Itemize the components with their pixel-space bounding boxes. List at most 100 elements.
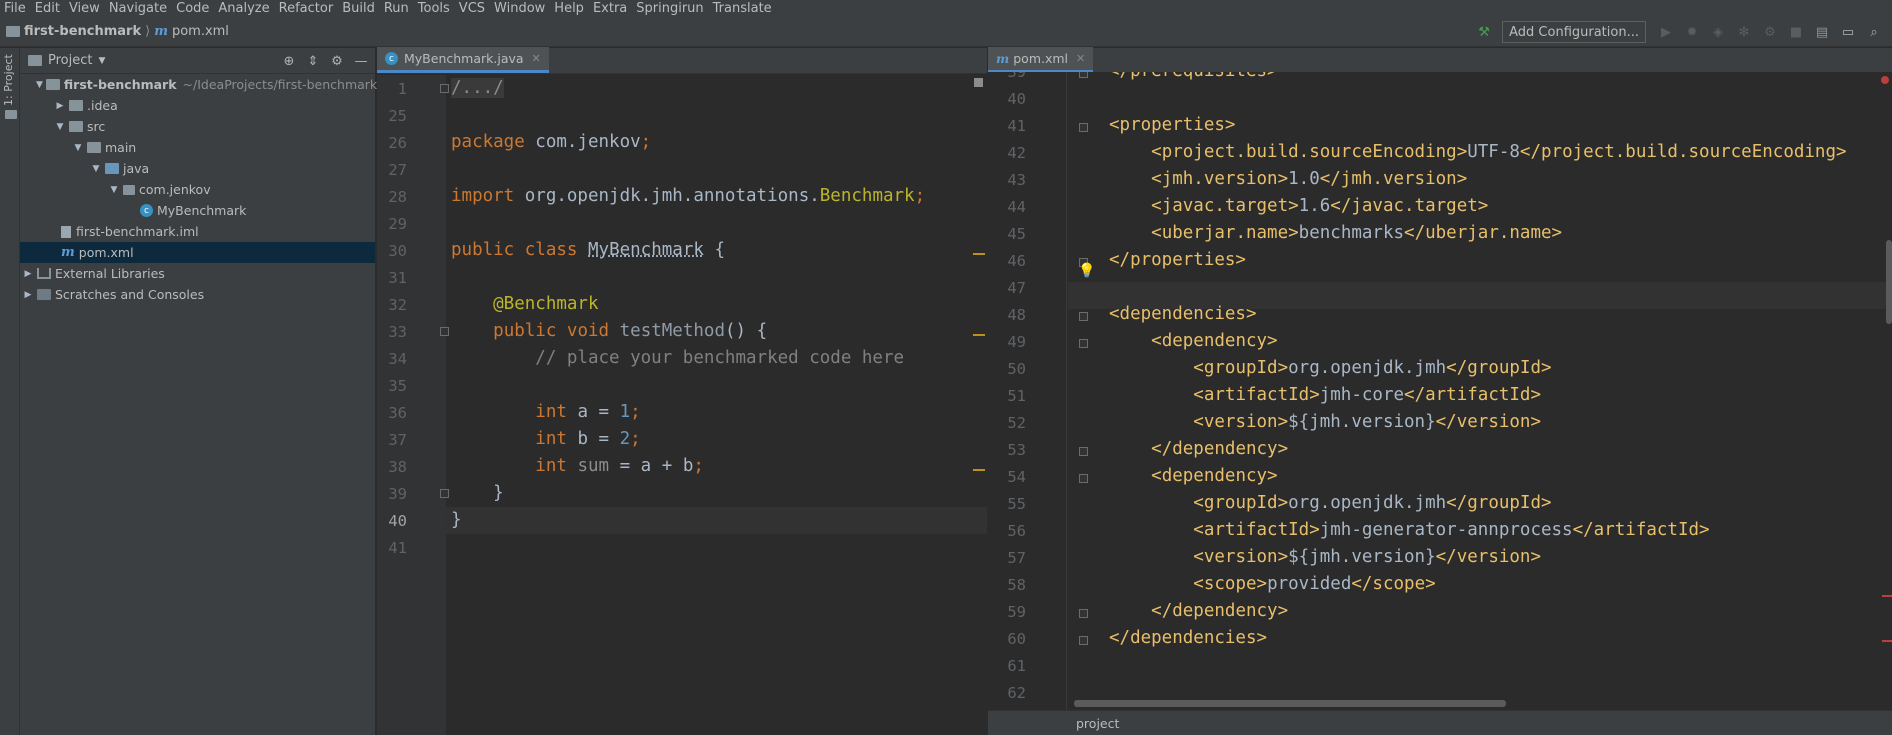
iml-file-icon [61, 225, 71, 238]
fold-icon[interactable] [1079, 72, 1088, 78]
code-line: <project.build.sourceEncoding>UTF-8</pro… [1151, 142, 1847, 162]
code-line: public void testMethod() { [493, 321, 768, 341]
tree-item[interactable]: ▼ main [20, 137, 375, 158]
code-line: <uberjar.name>benchmarks</uberjar.name> [1151, 223, 1563, 243]
menu-help[interactable]: Help [554, 1, 584, 16]
tree-item[interactable]: c MyBenchmark [20, 200, 375, 221]
error-stripe-marker[interactable] [1882, 595, 1892, 597]
menu-edit[interactable]: Edit [35, 1, 60, 16]
error-stripe-marker[interactable] [1882, 640, 1892, 642]
breadcrumb-project[interactable]: first-benchmark [24, 24, 141, 39]
menu-code[interactable]: Code [176, 1, 209, 16]
run-icon[interactable]: ▶ [1658, 24, 1674, 40]
menu-build[interactable]: Build [342, 1, 375, 16]
chevron-down-icon[interactable]: ▼ [54, 122, 66, 132]
tree-item[interactable]: ▼ com.jenkov [20, 179, 375, 200]
minimize-icon[interactable]: — [353, 53, 369, 69]
line-number: 48 [1007, 306, 1026, 324]
fold-icon[interactable] [1079, 474, 1088, 483]
add-configuration-button[interactable]: Add Configuration... [1502, 21, 1646, 43]
menu-springirun[interactable]: Springirun [636, 1, 703, 16]
menu-run[interactable]: Run [384, 1, 409, 16]
breadcrumb-file[interactable]: pom.xml [172, 24, 229, 39]
lightbulb-icon[interactable]: 💡 [1078, 263, 1095, 279]
tree-item[interactable]: ▶ Scratches and Consoles [20, 284, 375, 305]
tree-item[interactable]: ▶ External Libraries [20, 263, 375, 284]
menu-navigate[interactable]: Navigate [109, 1, 167, 16]
code-line: </dependency> [1151, 439, 1289, 459]
collapse-all-icon[interactable]: ⇕ [305, 53, 321, 69]
tree-item[interactable]: m pom.xml [20, 242, 375, 263]
project-structure-icon[interactable]: ▤ [1814, 24, 1830, 40]
gear-icon[interactable]: ⚙ [329, 53, 345, 69]
code-line: <dependencies> [1109, 304, 1257, 324]
folder-icon [87, 142, 101, 153]
chevron-down-icon[interactable]: ▼ [98, 56, 105, 66]
menu-view[interactable]: View [69, 1, 100, 16]
menu-translate[interactable]: Translate [713, 1, 772, 16]
line-number: 47 [1007, 279, 1026, 297]
coverage-icon[interactable]: ◈ [1710, 24, 1726, 40]
profile-icon[interactable]: ✻ [1736, 24, 1752, 40]
chevron-down-icon[interactable]: ▼ [72, 143, 84, 153]
tree-item[interactable]: ▶ .idea [20, 95, 375, 116]
debug-icon[interactable]: ✹ [1684, 24, 1700, 40]
warning-marker[interactable] [973, 469, 985, 471]
fold-icon[interactable] [1079, 609, 1088, 618]
fold-icon[interactable] [1079, 339, 1088, 348]
fold-icon[interactable] [1079, 312, 1088, 321]
warning-marker[interactable] [973, 334, 985, 336]
warning-marker[interactable] [973, 253, 985, 255]
close-icon[interactable]: ✕ [1076, 52, 1085, 65]
menu-refactor[interactable]: Refactor [279, 1, 334, 16]
stop-icon[interactable]: ■ [1788, 24, 1804, 40]
code-line: public class MyBenchmark { [451, 240, 725, 260]
project-view-selector[interactable]: Project [48, 53, 92, 68]
fold-icon[interactable] [440, 489, 449, 498]
close-icon[interactable]: ✕ [532, 52, 541, 65]
chevron-right-icon[interactable]: ▶ [22, 290, 34, 300]
line-number: 25 [388, 107, 407, 125]
fold-icon[interactable] [440, 84, 449, 93]
search-icon[interactable]: ⌕ [1866, 24, 1882, 40]
menu-extra[interactable]: Extra [593, 1, 627, 16]
horizontal-scrollbar[interactable] [1074, 700, 1506, 707]
error-indicator-icon[interactable] [1881, 76, 1889, 84]
fold-icon[interactable] [440, 327, 449, 336]
fold-icon[interactable] [1079, 636, 1088, 645]
tree-item[interactable]: ▼ src [20, 116, 375, 137]
locate-icon[interactable]: ⊕ [281, 53, 297, 69]
tree-item[interactable]: first-benchmark.iml [20, 221, 375, 242]
menu-tools[interactable]: Tools [418, 1, 450, 16]
fold-icon[interactable] [1079, 123, 1088, 132]
menu-vcs[interactable]: VCS [459, 1, 485, 16]
menu-analyze[interactable]: Analyze [218, 1, 269, 16]
xml-breadcrumb[interactable]: project [1076, 716, 1119, 731]
chevron-down-icon[interactable]: ▼ [108, 185, 120, 195]
vertical-scrollbar[interactable] [1886, 240, 1892, 324]
hammer-icon[interactable]: ⚒ [1476, 24, 1492, 40]
chevron-down-icon[interactable]: ▼ [36, 80, 43, 90]
tree-item[interactable]: ▼ first-benchmark ~/IdeaProjects/first-b… [20, 74, 377, 95]
chevron-right-icon[interactable]: ▶ [54, 101, 66, 111]
class-icon: c [140, 204, 153, 217]
menu-window[interactable]: Window [494, 1, 545, 16]
java-editor[interactable]: 1 25 26 27 28 29 30 31 32 33 34 35 36 37… [377, 75, 987, 735]
line-number: 55 [1007, 495, 1026, 513]
line-number: 29 [388, 215, 407, 233]
tab-mybenchmark-java[interactable]: c MyBenchmark.java ✕ [377, 47, 549, 73]
menu-file[interactable]: File [4, 1, 26, 16]
attach-icon[interactable]: ⚙ [1762, 24, 1778, 40]
chevron-down-icon[interactable]: ▼ [90, 164, 102, 174]
source-folder-icon [105, 163, 119, 174]
chevron-right-icon[interactable]: ▶ [22, 269, 34, 279]
tab-pom-xml[interactable]: m pom.xml ✕ [988, 47, 1094, 73]
maven-file-icon: m [996, 51, 1010, 66]
fold-icon[interactable] [1079, 447, 1088, 456]
xml-editor[interactable]: 39 40 41 42 43 44 45 46 47 48 49 50 51 52 53 54 55 56 57 58… [988, 72, 1892, 710]
folder-icon [28, 55, 42, 66]
analysis-status-icon[interactable] [974, 78, 983, 87]
code-line: </properties> [1109, 250, 1246, 270]
tree-item[interactable]: ▼ java [20, 158, 375, 179]
layout-icon[interactable]: ▭ [1840, 24, 1856, 40]
